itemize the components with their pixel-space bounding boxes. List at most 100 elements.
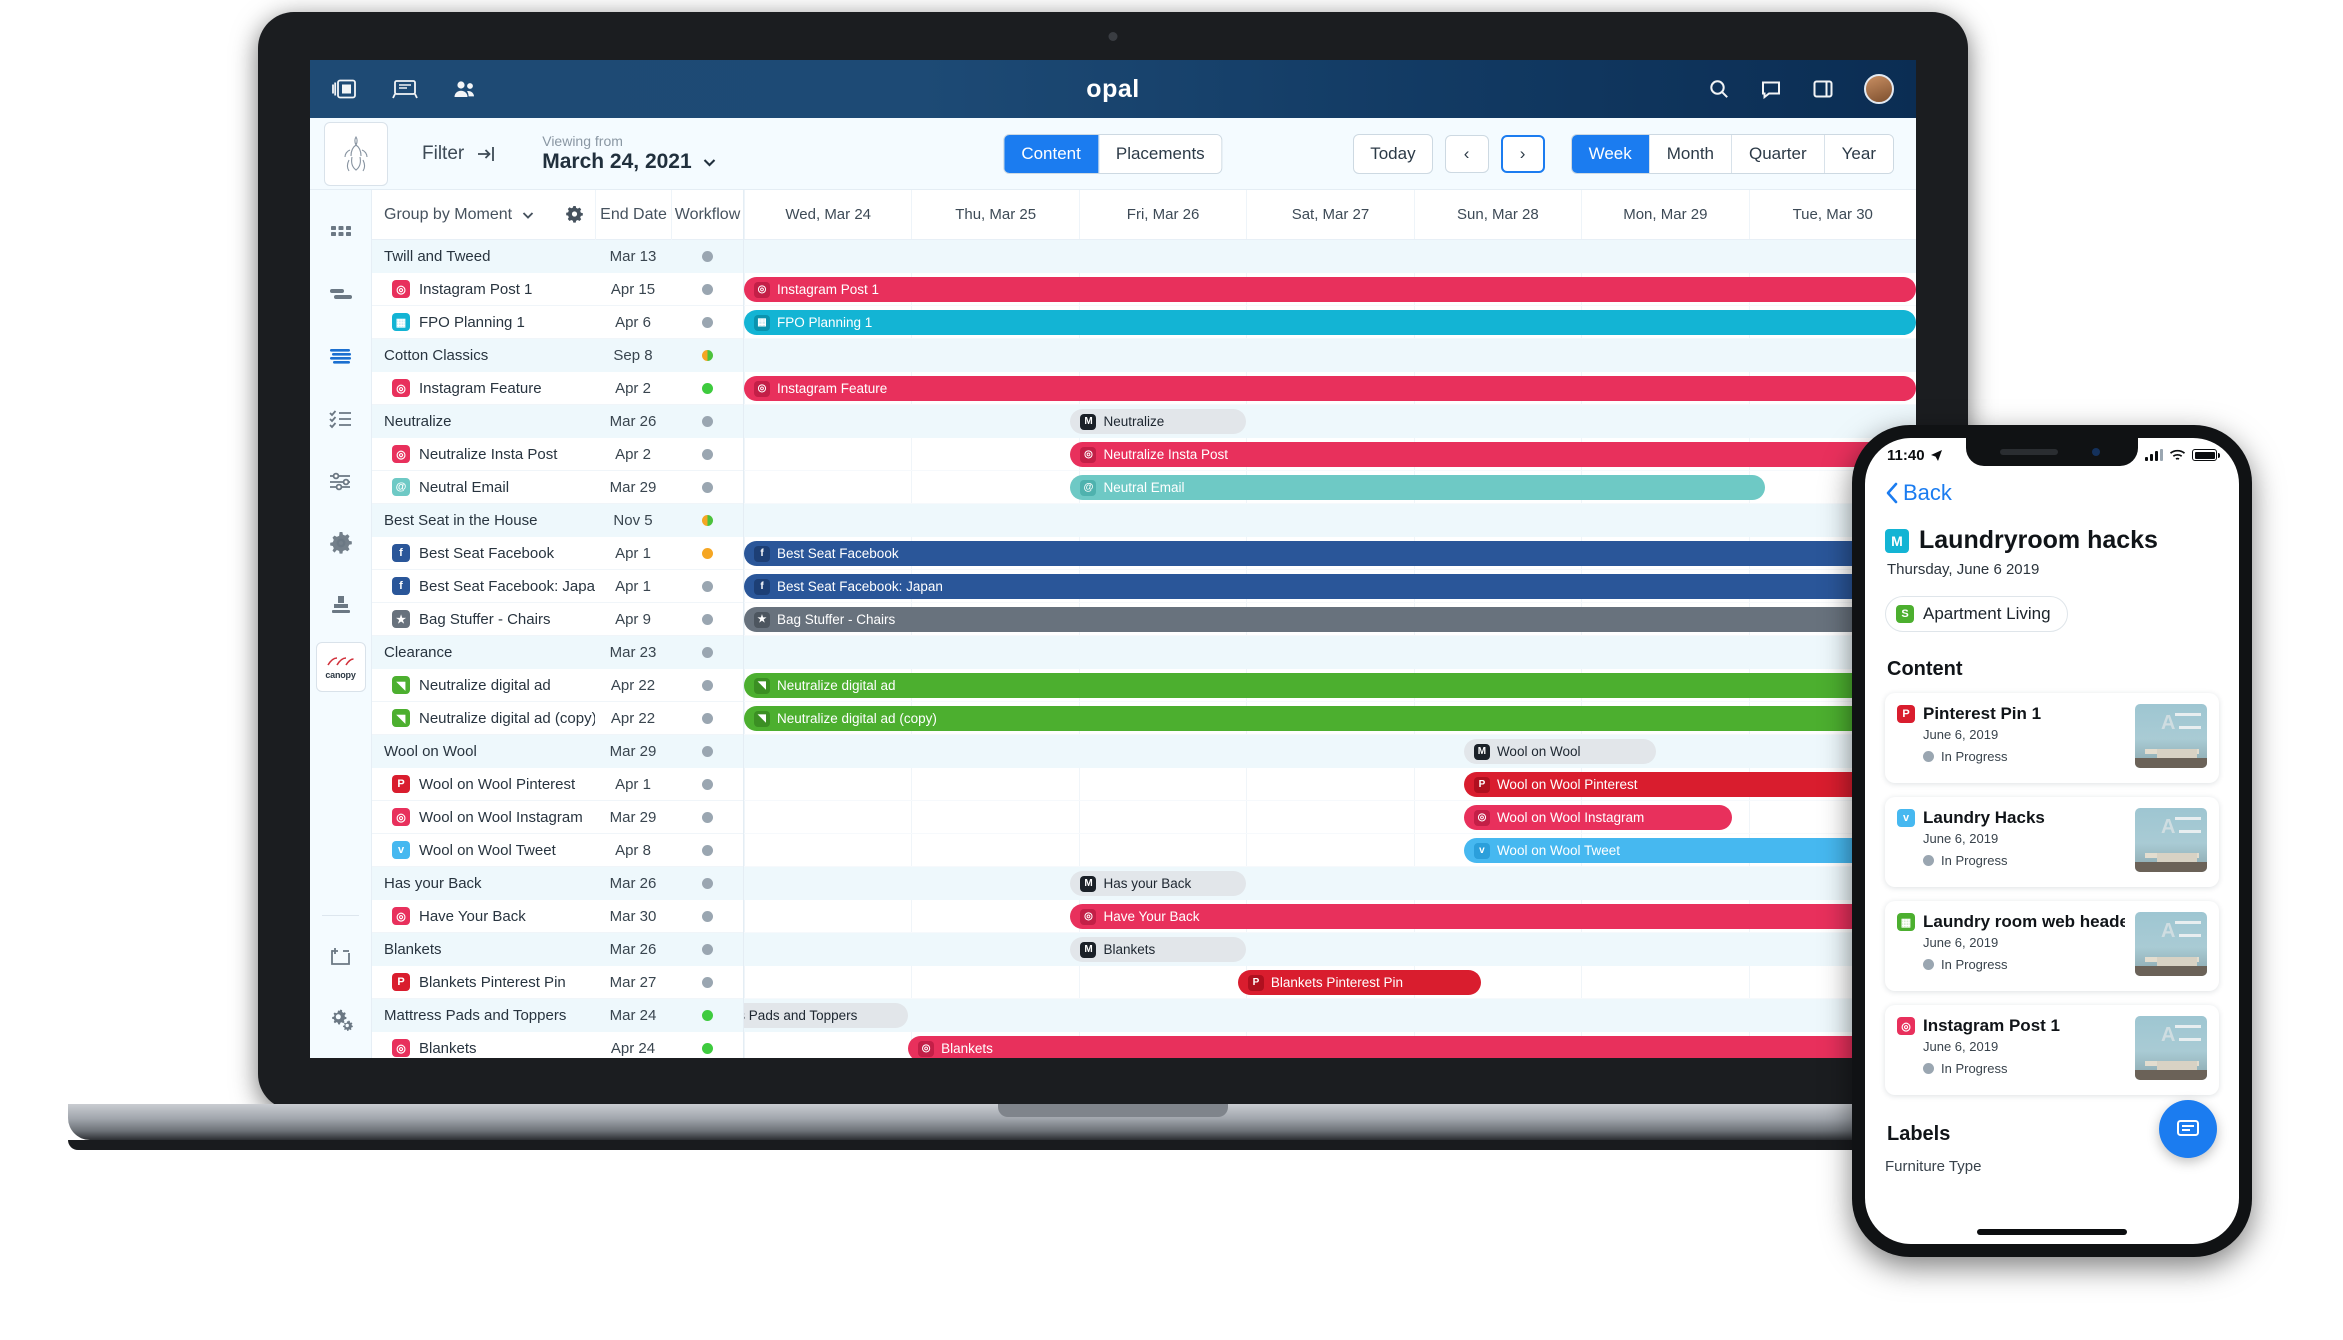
sidebar-icon[interactable] bbox=[1812, 78, 1834, 100]
workspace-logo[interactable] bbox=[324, 121, 388, 186]
timeline-bar[interactable]: P Wool on Wool Pinterest bbox=[1463, 772, 1916, 797]
table-row[interactable]: ◎ Instagram Post 1 Apr 15 bbox=[372, 273, 743, 306]
timeline-bar[interactable]: f Best Seat Facebook: Japan bbox=[744, 574, 1916, 599]
timeline-bar[interactable]: ◎ Wool on Wool Instagram bbox=[1463, 805, 1732, 830]
sidebar-item-checklist[interactable] bbox=[310, 388, 371, 450]
timeline-bar[interactable]: f Best Seat Facebook bbox=[744, 541, 1916, 566]
next-period-button[interactable]: › bbox=[1500, 134, 1545, 173]
table-row[interactable]: ◎ Blankets Apr 24 bbox=[372, 1032, 743, 1058]
table-row[interactable]: P Blankets Pinterest Pin Mar 27 bbox=[372, 966, 743, 999]
timeline-bar[interactable]: M Wool on Wool bbox=[1463, 739, 1657, 764]
timeline-bar[interactable]: M Has your Back bbox=[1070, 871, 1247, 896]
table-row[interactable]: Clearance Mar 23 bbox=[372, 636, 743, 669]
viewing-from-selector[interactable]: Viewing from March 24, 2021 bbox=[542, 133, 717, 175]
table-row[interactable]: Cotton Classics Sep 8 bbox=[372, 339, 743, 372]
table-row[interactable]: Blankets Mar 26 bbox=[372, 933, 743, 966]
sidebar-item-settings[interactable] bbox=[310, 512, 371, 574]
settings-gears-icon[interactable] bbox=[310, 988, 371, 1050]
timeline-bar[interactable]: ◎ Have Your Back bbox=[1070, 904, 1916, 929]
filter-button[interactable]: Filter bbox=[422, 143, 496, 165]
timeline-bar[interactable]: M Blankets bbox=[1070, 937, 1247, 962]
filter-arrow-icon bbox=[478, 146, 495, 161]
range-quarter[interactable]: Quarter bbox=[1732, 134, 1825, 173]
table-row[interactable]: ◎ Have Your Back Mar 30 bbox=[372, 900, 743, 933]
table-row-end-date: Mar 29 bbox=[609, 743, 657, 760]
timeline-bar[interactable]: ◥ Neutralize digital ad bbox=[744, 673, 1916, 698]
prev-period-button[interactable]: ‹ bbox=[1444, 134, 1489, 173]
list-item[interactable]: ◎ Instagram Post 1 June 6, 2019 In Progress… bbox=[1885, 1005, 2219, 1095]
add-board-icon[interactable] bbox=[310, 926, 371, 988]
table-row[interactable]: ▦ FPO Planning 1 Apr 6 bbox=[372, 306, 743, 339]
table-row[interactable]: ★ Bag Stuffer - Chairs Apr 9 bbox=[372, 603, 743, 636]
sidebar-item-grid[interactable] bbox=[310, 202, 371, 264]
avatar[interactable] bbox=[1864, 74, 1894, 104]
sidebar-item-sliders[interactable] bbox=[310, 450, 371, 512]
range-year[interactable]: Year bbox=[1824, 134, 1893, 173]
range-month[interactable]: Month bbox=[1649, 134, 1732, 173]
table-row[interactable]: Best Seat in the House Nov 5 bbox=[372, 504, 743, 537]
sidebar-item-timeline[interactable] bbox=[310, 326, 371, 388]
table-row[interactable]: f Best Seat Facebook: Japan Apr 1 bbox=[372, 570, 743, 603]
sidebar-item-rows[interactable] bbox=[310, 264, 371, 326]
table-row[interactable]: f Best Seat Facebook Apr 1 bbox=[372, 537, 743, 570]
table-row[interactable]: ◥ Neutralize digital ad Apr 22 bbox=[372, 669, 743, 702]
campaign-chip[interactable]: S Apartment Living bbox=[1885, 596, 2068, 632]
app-top-bar: opal bbox=[310, 60, 1916, 118]
tab-content[interactable]: Content bbox=[1004, 134, 1099, 173]
pinterest-icon: P bbox=[392, 973, 410, 991]
table-row[interactable]: Twill and Tweed Mar 13 bbox=[372, 240, 743, 273]
table-row[interactable]: ◎ Instagram Feature Apr 2 bbox=[372, 372, 743, 405]
sidebar-item-canopy-brand[interactable]: canopy bbox=[315, 642, 366, 692]
table-row[interactable]: ᴠ Wool on Wool Tweet Apr 8 bbox=[372, 834, 743, 867]
search-icon[interactable] bbox=[1708, 78, 1730, 100]
timeline-bar[interactable]: ◎ Instagram Post 1 bbox=[744, 277, 1916, 302]
presentation-icon[interactable] bbox=[392, 78, 418, 100]
table-row-end-date: Mar 30 bbox=[609, 907, 657, 925]
timeline-bar[interactable]: ◎ Instagram Feature bbox=[744, 376, 1916, 401]
comment-icon[interactable] bbox=[1760, 78, 1782, 100]
back-button[interactable]: Back bbox=[1885, 480, 2219, 506]
table-row[interactable]: ◎ Neutralize Insta Post Apr 2 bbox=[372, 438, 743, 471]
chat-icon[interactable] bbox=[2159, 1100, 2217, 1158]
table-row[interactable]: Wool on Wool Mar 29 bbox=[372, 735, 743, 768]
timeline-bar[interactable]: M Neutralize bbox=[1070, 409, 1247, 434]
table-row[interactable]: @ Neutral Email Mar 29 bbox=[372, 471, 743, 504]
sidebar-item-stamp[interactable] bbox=[310, 574, 371, 636]
timeline-row: ◎ Have Your Back bbox=[744, 900, 1916, 933]
timeline-bar[interactable]: ★ Bag Stuffer - Chairs bbox=[744, 607, 1916, 632]
timeline-bar[interactable]: @ Neutral Email bbox=[1070, 475, 1766, 500]
column-header-workflow[interactable]: Workflow bbox=[671, 189, 743, 240]
people-icon[interactable] bbox=[452, 78, 478, 100]
timeline-bar[interactable]: MMattress Pads and Toppers bbox=[744, 1003, 909, 1028]
timeline-bar[interactable]: ᴠ Wool on Wool Tweet bbox=[1463, 838, 1916, 863]
list-item[interactable]: P Pinterest Pin 1 June 6, 2019 In Progress A bbox=[1885, 693, 2219, 783]
timeline-bar[interactable]: ◎ Neutralize Insta Post bbox=[1070, 442, 1916, 467]
list-item[interactable]: ▦ Laundry room web header June 6, 2019 In P… bbox=[1885, 901, 2219, 991]
tab-placements[interactable]: Placements bbox=[1098, 134, 1222, 173]
instagram-icon: ◎ bbox=[918, 1040, 935, 1057]
table-row[interactable]: ◥ Neutralize digital ad (copy) Apr 22 bbox=[372, 702, 743, 735]
table-row[interactable]: P Wool on Wool Pinterest Apr 1 bbox=[372, 768, 743, 801]
table-row[interactable]: Mattress Pads and Toppers Mar 24 bbox=[372, 999, 743, 1032]
card-title-row: ▦ Laundry room web header bbox=[1897, 912, 2125, 932]
card-status-label: In Progress bbox=[1941, 957, 2008, 972]
table-row[interactable]: Has your Back Mar 26 bbox=[372, 867, 743, 900]
table-row-label: Neutralize digital ad bbox=[419, 676, 551, 694]
today-button[interactable]: Today bbox=[1353, 133, 1433, 174]
timeline-bar[interactable]: ◥ Neutralize digital ad (copy) bbox=[744, 706, 1916, 731]
range-week[interactable]: Week bbox=[1571, 134, 1650, 173]
table-row-workflow-cell bbox=[671, 547, 743, 559]
timeline-row: M Neutralize bbox=[744, 405, 1916, 438]
column-settings-icon[interactable] bbox=[553, 205, 595, 224]
status-badge bbox=[701, 1010, 713, 1021]
panel-layout-icon[interactable] bbox=[332, 78, 358, 100]
timeline-bar[interactable]: ◎ Blankets bbox=[908, 1036, 1916, 1058]
timeline-bar[interactable]: P Blankets Pinterest Pin bbox=[1237, 970, 1481, 995]
list-item[interactable]: ᴠ Laundry Hacks June 6, 2019 In Progress A bbox=[1885, 797, 2219, 887]
timeline-bar[interactable]: ▦ FPO Planning 1 bbox=[744, 310, 1916, 335]
timeline-row: M Blankets bbox=[744, 933, 1916, 966]
table-row[interactable]: ◎ Wool on Wool Instagram Mar 29 bbox=[372, 801, 743, 834]
column-header-end-date[interactable]: End Date bbox=[595, 189, 671, 240]
table-row[interactable]: Neutralize Mar 26 bbox=[372, 405, 743, 438]
group-by-selector[interactable]: Group by Moment bbox=[372, 206, 553, 224]
